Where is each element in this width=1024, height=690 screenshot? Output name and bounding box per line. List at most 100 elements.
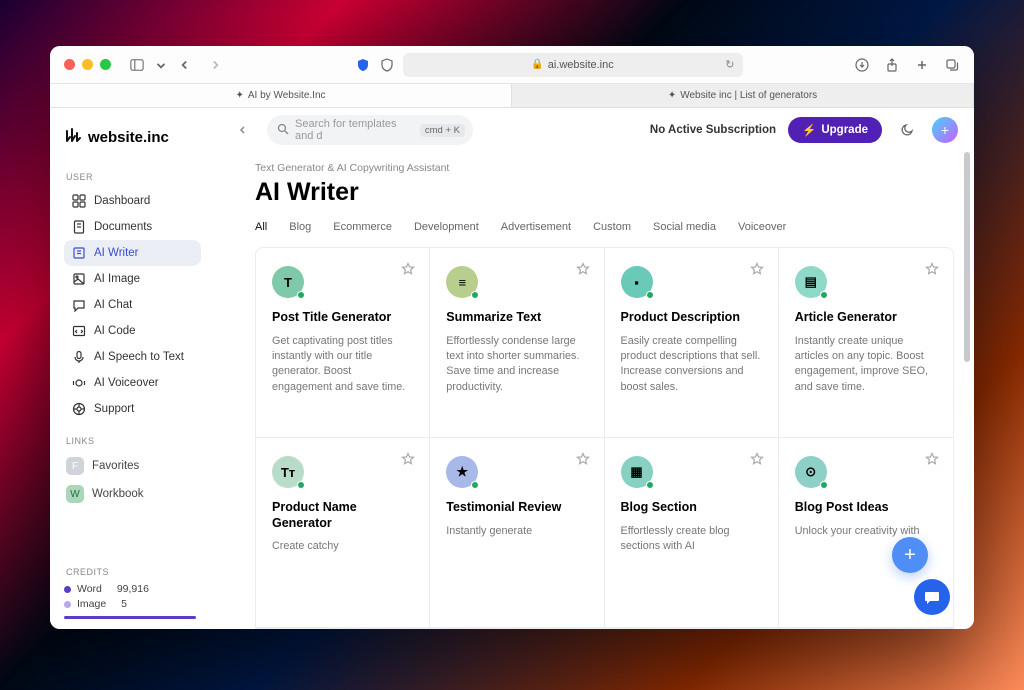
generator-card[interactable]: TPost Title GeneratorGet captivating pos… (256, 248, 430, 438)
subscription-status: No Active Subscription (650, 124, 776, 136)
maximize-window[interactable] (100, 59, 111, 70)
favorite-star-icon[interactable] (750, 262, 764, 281)
reload-icon[interactable]: ↻ (725, 58, 734, 71)
sidebar-item-label: Dashboard (94, 195, 150, 207)
upgrade-button[interactable]: ⚡ Upgrade (788, 117, 882, 143)
logo[interactable]: website.inc (64, 126, 201, 148)
favorite-star-icon[interactable] (750, 452, 764, 471)
status-badge (471, 481, 479, 489)
card-description: Get captivating post titles instantly wi… (272, 334, 413, 395)
tab-label: AI by Website.Inc (248, 90, 326, 101)
browser-tab[interactable]: ✦Website inc | List of generators (512, 84, 974, 107)
sidebar-item-ai-image[interactable]: AI Image (64, 266, 201, 292)
status-badge (297, 291, 305, 299)
sidebar-item-label: AI Chat (94, 299, 132, 311)
sidebar-item-ai-writer[interactable]: AI Writer (64, 240, 201, 266)
chat-icon (72, 298, 86, 312)
favorite-star-icon[interactable] (925, 262, 939, 281)
sidebar-item-label: AI Voiceover (94, 377, 159, 389)
sidebar-item-ai-chat[interactable]: AI Chat (64, 292, 201, 318)
logo-icon (64, 126, 82, 148)
filter-blog[interactable]: Blog (289, 221, 311, 233)
filter-custom[interactable]: Custom (593, 221, 631, 233)
link-label: Workbook (92, 488, 144, 500)
generator-card[interactable]: ▪Product DescriptionEasily create compel… (605, 248, 779, 438)
link-item-favorites[interactable]: FFavorites (64, 452, 201, 480)
search-input[interactable]: Search for templates and d cmd + K (267, 115, 473, 145)
credit-label: Word (77, 583, 102, 595)
sidebar-item-documents[interactable]: Documents (64, 214, 201, 240)
generator-card[interactable]: ≡ Summarize Text Effortlessly condense lar… (430, 248, 604, 438)
sidebar-item-dashboard[interactable]: Dashboard (64, 188, 201, 214)
upgrade-label: Upgrade (821, 124, 868, 136)
filter-social-media[interactable]: Social media (653, 221, 716, 233)
card-title: Summarize Text (446, 310, 587, 326)
favorite-star-icon[interactable] (576, 452, 590, 471)
filter-advertisement[interactable]: Advertisement (501, 221, 571, 233)
shield-outline-icon[interactable] (379, 57, 395, 73)
status-badge (820, 481, 828, 489)
back-icon[interactable] (177, 57, 193, 73)
app-sidebar: website.inc USER Dashboard Documents AI Wr… (50, 108, 215, 629)
chevron-down-icon[interactable] (153, 57, 169, 73)
browser-tab[interactable]: ✦AI by Website.Inc (50, 84, 512, 107)
section-label-user: USER (66, 172, 201, 182)
theme-toggle[interactable] (894, 117, 920, 143)
filter-ecommerce[interactable]: Ecommerce (333, 221, 392, 233)
bolt-icon: ⚡ (802, 123, 816, 137)
sidebar-item-label: AI Code (94, 325, 136, 337)
filter-all[interactable]: All (255, 221, 267, 233)
url-text: ai.website.inc (548, 59, 614, 71)
generator-card[interactable]: ▤Article GeneratorInstantly create uniqu… (779, 248, 953, 438)
card-description: Easily create compelling product descrip… (621, 334, 762, 395)
chat-fab[interactable] (914, 579, 950, 615)
filter-development[interactable]: Development (414, 221, 479, 233)
favorite-star-icon[interactable] (401, 452, 415, 471)
generator-card[interactable]: ▦Blog SectionEffortlessly create blog se… (605, 438, 779, 628)
scrollbar[interactable] (964, 152, 970, 362)
card-description: Effortlessly condense large text into sh… (446, 334, 587, 395)
close-window[interactable] (64, 59, 75, 70)
back-button[interactable] (231, 118, 255, 142)
favorite-star-icon[interactable] (925, 452, 939, 471)
card-icon: ≡ (446, 266, 478, 298)
window-controls (64, 59, 111, 70)
fab-add[interactable]: + (892, 537, 928, 573)
generator-card[interactable]: TᴛProduct Name GeneratorCreate catchy (256, 438, 430, 628)
favorite-star-icon[interactable] (401, 262, 415, 281)
download-icon[interactable] (854, 57, 870, 73)
sidebar-item-ai-speech-to-text[interactable]: AI Speech to Text (64, 344, 201, 370)
avatar[interactable]: + (932, 117, 958, 143)
generator-card[interactable]: ★Testimonial ReviewInstantly generate (430, 438, 604, 628)
card-description: Instantly generate (446, 524, 587, 539)
card-title: Post Title Generator (272, 310, 413, 326)
filter-tabs: All Blog Ecommerce Development Advertisement… (255, 221, 954, 233)
card-icon: ▦ (621, 456, 653, 488)
credit-value: 99,916 (117, 583, 149, 595)
browser-titlebar: 🔒 ai.website.inc ↻ (50, 46, 974, 84)
tabs-overview-icon[interactable] (944, 57, 960, 73)
sidebar-item-label: AI Speech to Text (94, 351, 184, 363)
filter-voiceover[interactable]: Voiceover (738, 221, 786, 233)
breadcrumb: Text Generator & AI Copywriting Assistan… (255, 162, 954, 174)
doc-icon (72, 220, 86, 234)
minimize-window[interactable] (82, 59, 93, 70)
sidebar-item-label: AI Writer (94, 247, 139, 259)
card-icon: ★ (446, 456, 478, 488)
url-bar[interactable]: 🔒 ai.website.inc ↻ (403, 53, 743, 77)
new-tab-icon[interactable] (914, 57, 930, 73)
favorite-star-icon[interactable] (576, 262, 590, 281)
sidebar-item-ai-voiceover[interactable]: AI Voiceover (64, 370, 201, 396)
privacy-shield-icon[interactable] (355, 57, 371, 73)
link-item-workbook[interactable]: WWorkbook (64, 480, 201, 508)
share-icon[interactable] (884, 57, 900, 73)
sidebar-item-label: Documents (94, 221, 152, 233)
status-badge (646, 291, 654, 299)
dot-icon (64, 586, 71, 593)
sidebar-item-ai-code[interactable]: AI Code (64, 318, 201, 344)
forward-icon[interactable] (207, 57, 223, 73)
sidebar-item-support[interactable]: Support (64, 396, 201, 422)
grid-icon (72, 194, 86, 208)
card-icon: ▤ (795, 266, 827, 298)
sidebar-toggle-icon[interactable] (129, 57, 145, 73)
